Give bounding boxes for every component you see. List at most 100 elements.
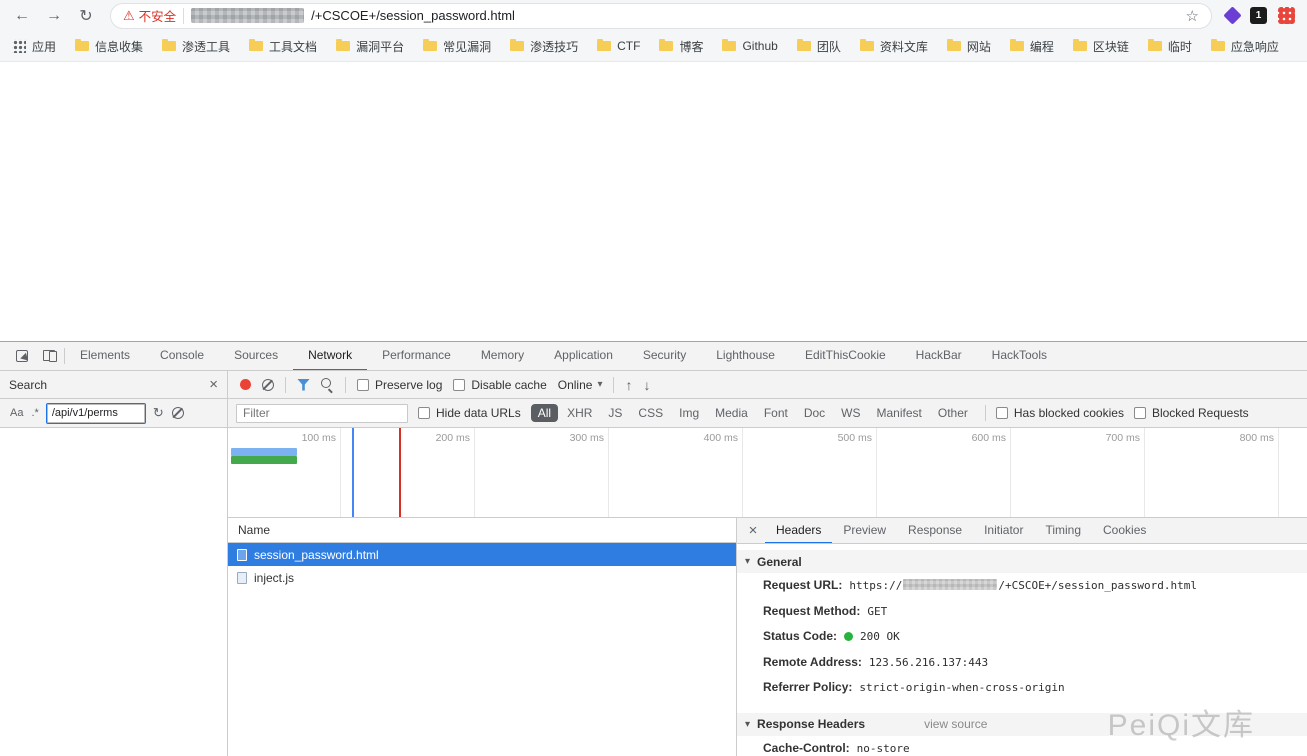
- bookmark-folder[interactable]: 资料文库: [860, 38, 928, 55]
- details-tab[interactable]: Cookies: [1092, 518, 1157, 544]
- devtools-tab[interactable]: Elements: [65, 342, 145, 371]
- import-har-icon[interactable]: ↑: [625, 377, 632, 393]
- address-bar[interactable]: ⚠ 不安全 /+CSCOE+/session_password.html ☆: [110, 3, 1212, 29]
- general-section-header[interactable]: ▾ General: [737, 550, 1307, 573]
- disable-cache-option[interactable]: Disable cache: [453, 378, 546, 392]
- preserve-log-option[interactable]: Preserve log: [357, 378, 442, 392]
- devtools-tab[interactable]: Security: [628, 342, 701, 371]
- request-type-filter[interactable]: XHR: [560, 404, 599, 422]
- hide-data-urls-checkbox[interactable]: [418, 407, 430, 419]
- devtools-tab[interactable]: Memory: [466, 342, 539, 371]
- devtools-tab[interactable]: Lighthouse: [701, 342, 790, 371]
- view-source-link[interactable]: view source: [924, 717, 987, 731]
- close-details-icon[interactable]: ×: [741, 523, 765, 538]
- extension-red-icon[interactable]: [1278, 7, 1295, 24]
- request-type-filter[interactable]: Font: [757, 404, 795, 422]
- bookmark-folder[interactable]: 团队: [797, 38, 841, 55]
- bookmark-folder[interactable]: 渗透工具: [162, 38, 230, 55]
- general-section-title: General: [757, 555, 802, 569]
- request-row[interactable]: session_password.html: [228, 543, 736, 566]
- has-blocked-cookies-option[interactable]: Has blocked cookies: [996, 406, 1124, 420]
- bookmark-folder[interactable]: Github: [722, 39, 777, 53]
- reload-icon[interactable]: ↻: [72, 3, 100, 29]
- request-type-filter[interactable]: All: [531, 404, 558, 422]
- extension-badge-icon[interactable]: 1: [1250, 7, 1267, 24]
- overview-request-bar-green: [231, 456, 297, 464]
- devtools-tab[interactable]: Network: [293, 342, 367, 371]
- details-tab[interactable]: Initiator: [973, 518, 1034, 544]
- extensions-tray: 1: [1222, 7, 1299, 24]
- devtools-tab[interactable]: EditThisCookie: [790, 342, 901, 371]
- clear-network-log-icon[interactable]: [262, 379, 274, 391]
- bookmark-folder[interactable]: 编程: [1010, 38, 1054, 55]
- bookmark-folder[interactable]: 区块链: [1073, 38, 1129, 55]
- name-column-header[interactable]: Name: [228, 518, 736, 543]
- clear-search-icon[interactable]: [172, 407, 184, 419]
- bookmark-folder[interactable]: 网站: [947, 38, 991, 55]
- network-overview-timeline[interactable]: 100 ms 200 ms 300 ms 400 ms 500 ms 600 m…: [228, 428, 1307, 518]
- devtools-tab[interactable]: Performance: [367, 342, 466, 371]
- details-tab[interactable]: Timing: [1034, 518, 1092, 544]
- request-row[interactable]: inject.js: [228, 566, 736, 589]
- request-type-filter[interactable]: CSS: [631, 404, 670, 422]
- devtools-tab[interactable]: HackTools: [977, 342, 1062, 371]
- bookmark-folder[interactable]: 漏洞平台: [336, 38, 404, 55]
- devtools-panel: Elements Console Sources Network Perform…: [0, 341, 1307, 756]
- devtools-tab[interactable]: HackBar: [901, 342, 977, 371]
- details-tab[interactable]: Headers: [765, 518, 832, 544]
- bookmark-apps[interactable]: 应用: [12, 38, 56, 55]
- inspect-element-button[interactable]: [8, 342, 36, 370]
- bookmark-star-icon[interactable]: ☆: [1186, 7, 1199, 25]
- bookmark-folder[interactable]: 博客: [659, 38, 703, 55]
- bookmark-folder[interactable]: 信息收集: [75, 38, 143, 55]
- throttling-dropdown[interactable]: Online ▾: [558, 378, 603, 392]
- details-tab[interactable]: Response: [897, 518, 973, 544]
- bookmark-folder[interactable]: 应急响应: [1211, 38, 1279, 55]
- disable-cache-checkbox[interactable]: [453, 379, 465, 391]
- request-type-filter[interactable]: Doc: [797, 404, 832, 422]
- extension-diamond-icon[interactable]: [1223, 6, 1241, 24]
- search-input[interactable]: [47, 404, 145, 423]
- record-button[interactable]: [240, 379, 251, 390]
- refresh-icon[interactable]: ↻: [153, 405, 164, 421]
- security-status[interactable]: ⚠ 不安全: [123, 6, 176, 25]
- forward-icon[interactable]: →: [40, 3, 68, 29]
- request-type-filter[interactable]: JS: [601, 404, 629, 422]
- regex-toggle[interactable]: .*: [31, 407, 38, 419]
- folder-icon: [1073, 41, 1087, 51]
- back-icon[interactable]: ←: [8, 3, 36, 29]
- close-icon[interactable]: ×: [209, 377, 218, 392]
- request-type-filter[interactable]: Media: [708, 404, 755, 422]
- request-type-filter[interactable]: WS: [834, 404, 867, 422]
- has-blocked-cookies-checkbox[interactable]: [996, 407, 1008, 419]
- filter-input[interactable]: [236, 404, 408, 423]
- devtools-tab[interactable]: Sources: [219, 342, 293, 371]
- devtools-tab[interactable]: Console: [145, 342, 219, 371]
- header-row-referrer-policy: Referrer Policy:strict-origin-when-cross…: [737, 675, 1307, 701]
- bookmark-folder[interactable]: CTF: [597, 39, 640, 53]
- blocked-requests-checkbox[interactable]: [1134, 407, 1146, 419]
- devtools-tab[interactable]: Application: [539, 342, 628, 371]
- export-har-icon[interactable]: ↓: [643, 377, 650, 393]
- request-type-filter[interactable]: Manifest: [870, 404, 929, 422]
- bookmark-folder[interactable]: 工具文档: [249, 38, 317, 55]
- request-type-filter[interactable]: Img: [672, 404, 706, 422]
- search-network-icon[interactable]: [321, 378, 334, 391]
- disclosure-triangle-icon: ▾: [745, 556, 750, 567]
- bookmark-folder[interactable]: 临时: [1148, 38, 1192, 55]
- match-case-toggle[interactable]: Aa: [10, 407, 23, 419]
- filter-funnel-icon[interactable]: [297, 379, 310, 391]
- bookmark-folder[interactable]: 渗透技巧: [510, 38, 578, 55]
- bookmark-folder[interactable]: 常见漏洞: [423, 38, 491, 55]
- bookmark-label: CTF: [617, 39, 640, 53]
- device-toolbar-button[interactable]: [36, 342, 64, 370]
- details-tab[interactable]: Preview: [832, 518, 897, 544]
- url-path: /+CSCOE+/session_password.html: [311, 8, 515, 23]
- response-headers-section-header[interactable]: ▾ Response Headers view source: [737, 713, 1307, 736]
- header-row-remote-address: Remote Address:123.56.216.137:443: [737, 650, 1307, 676]
- request-type-filter[interactable]: Other: [931, 404, 975, 422]
- blocked-requests-option[interactable]: Blocked Requests: [1134, 406, 1249, 420]
- hide-data-urls-option[interactable]: Hide data URLs: [418, 406, 521, 420]
- details-tabbar: × Headers Preview Response Ini: [737, 518, 1307, 544]
- preserve-log-checkbox[interactable]: [357, 379, 369, 391]
